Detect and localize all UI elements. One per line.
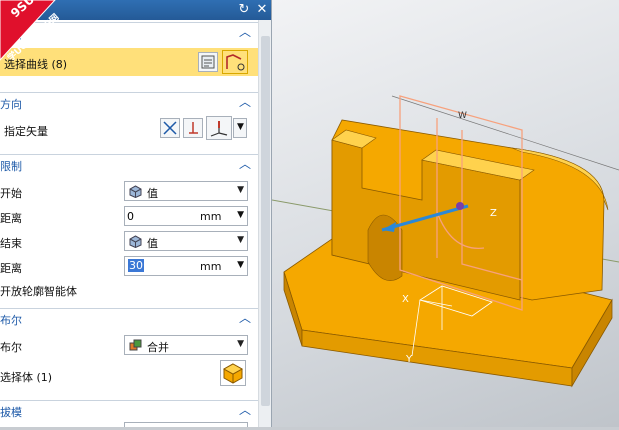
end-type-select[interactable]: 值 ▼ bbox=[124, 231, 248, 251]
dimension-label: W bbox=[458, 111, 467, 121]
graphics-viewport[interactable]: Z X Y W bbox=[271, 0, 619, 427]
start-distance-field[interactable]: mm ▼ bbox=[124, 206, 248, 226]
chevron-up-icon[interactable]: ︿ bbox=[238, 157, 252, 171]
draft-title: 拔模 bbox=[0, 406, 22, 419]
reverse-direction-icon[interactable] bbox=[160, 118, 180, 138]
start-distance-input[interactable] bbox=[127, 209, 197, 224]
close-icon[interactable]: ✕ bbox=[254, 1, 270, 18]
chevron-up-icon[interactable]: ︿ bbox=[238, 311, 252, 325]
vector-icon[interactable] bbox=[183, 118, 203, 138]
end-distance-label: 距离 bbox=[0, 262, 22, 275]
extrude-dialog: 拉伸 ↻ ✕ 截面 ︿ 选择曲线 (8) 方向 ︿ 指定矢量 ▼ 限制 ︿ 开始 bbox=[0, 0, 272, 427]
start-distance-row: 距离 mm ▼ bbox=[0, 205, 258, 227]
start-label: 开始 bbox=[0, 187, 22, 200]
start-unit: mm bbox=[200, 210, 222, 223]
draft-section-header[interactable]: 拔模 ︿ bbox=[0, 400, 258, 420]
boolean-section-header[interactable]: 布尔 ︿ bbox=[0, 308, 258, 328]
chevron-down-icon[interactable]: ▼ bbox=[233, 118, 247, 138]
watermark-badge: 9SUG 学UG就上UG网 bbox=[0, 0, 90, 70]
end-distance-input[interactable]: 30 bbox=[128, 259, 144, 272]
end-row: 结束 值 ▼ bbox=[0, 230, 258, 252]
body-cube-icon[interactable] bbox=[220, 360, 246, 386]
chevron-down-icon: ▼ bbox=[237, 185, 244, 195]
chevron-up-icon[interactable]: ︿ bbox=[238, 95, 252, 109]
end-label: 结束 bbox=[0, 237, 22, 250]
chevron-down-icon[interactable]: ▼ bbox=[237, 260, 244, 270]
chevron-down-icon: ▼ bbox=[237, 235, 244, 245]
unite-icon bbox=[129, 339, 142, 351]
limits-section-header[interactable]: 限制 ︿ bbox=[0, 154, 258, 174]
csys-icon[interactable] bbox=[206, 116, 232, 140]
boolean-select[interactable]: 合并 ▼ bbox=[124, 335, 248, 355]
axis-x-label: X bbox=[402, 294, 409, 305]
sketch-icon[interactable] bbox=[198, 52, 218, 72]
end-distance-row: 距离 30 mm ▼ bbox=[0, 255, 258, 277]
dialog-scrollbar[interactable] bbox=[258, 20, 271, 427]
chevron-up-icon[interactable]: ︿ bbox=[238, 25, 252, 39]
open-profile-row[interactable]: 开放轮廓智能体 bbox=[0, 278, 258, 300]
direction-title: 方向 bbox=[0, 98, 22, 111]
boolean-label: 布尔 bbox=[0, 341, 22, 354]
chevron-down-icon: ▼ bbox=[237, 339, 244, 349]
end-type-value: 值 bbox=[147, 237, 158, 250]
chevron-up-icon[interactable]: ︿ bbox=[238, 403, 252, 417]
scrollbar-thumb[interactable] bbox=[261, 36, 270, 406]
draft-select[interactable] bbox=[124, 422, 248, 427]
chevron-down-icon[interactable]: ▼ bbox=[237, 210, 244, 220]
direction-section-header[interactable]: 方向 ︿ bbox=[0, 92, 258, 112]
boolean-value: 合并 bbox=[147, 341, 169, 354]
start-distance-label: 距离 bbox=[0, 212, 22, 225]
boolean-title: 布尔 bbox=[0, 314, 22, 327]
end-unit: mm bbox=[200, 260, 222, 273]
axis-z-label: Z bbox=[490, 208, 497, 219]
limits-title: 限制 bbox=[0, 160, 22, 173]
value-cube-icon bbox=[129, 235, 142, 248]
start-type-value: 值 bbox=[147, 187, 158, 200]
value-cube-icon bbox=[129, 185, 142, 198]
curve-icon[interactable] bbox=[222, 50, 248, 74]
open-profile-label: 开放轮廓智能体 bbox=[0, 285, 77, 298]
specify-vector-label: 指定矢量 bbox=[4, 125, 48, 138]
select-body-label: 选择体 (1) bbox=[0, 371, 53, 384]
start-row: 开始 值 ▼ bbox=[0, 180, 258, 202]
reset-icon[interactable]: ↻ bbox=[236, 1, 252, 18]
model-view[interactable]: Z X Y W bbox=[271, 0, 619, 427]
boolean-row: 布尔 合并 ▼ bbox=[0, 334, 258, 356]
vector-origin-handle[interactable] bbox=[456, 202, 464, 210]
end-distance-field[interactable]: 30 mm ▼ bbox=[124, 256, 248, 276]
start-type-select[interactable]: 值 ▼ bbox=[124, 181, 248, 201]
